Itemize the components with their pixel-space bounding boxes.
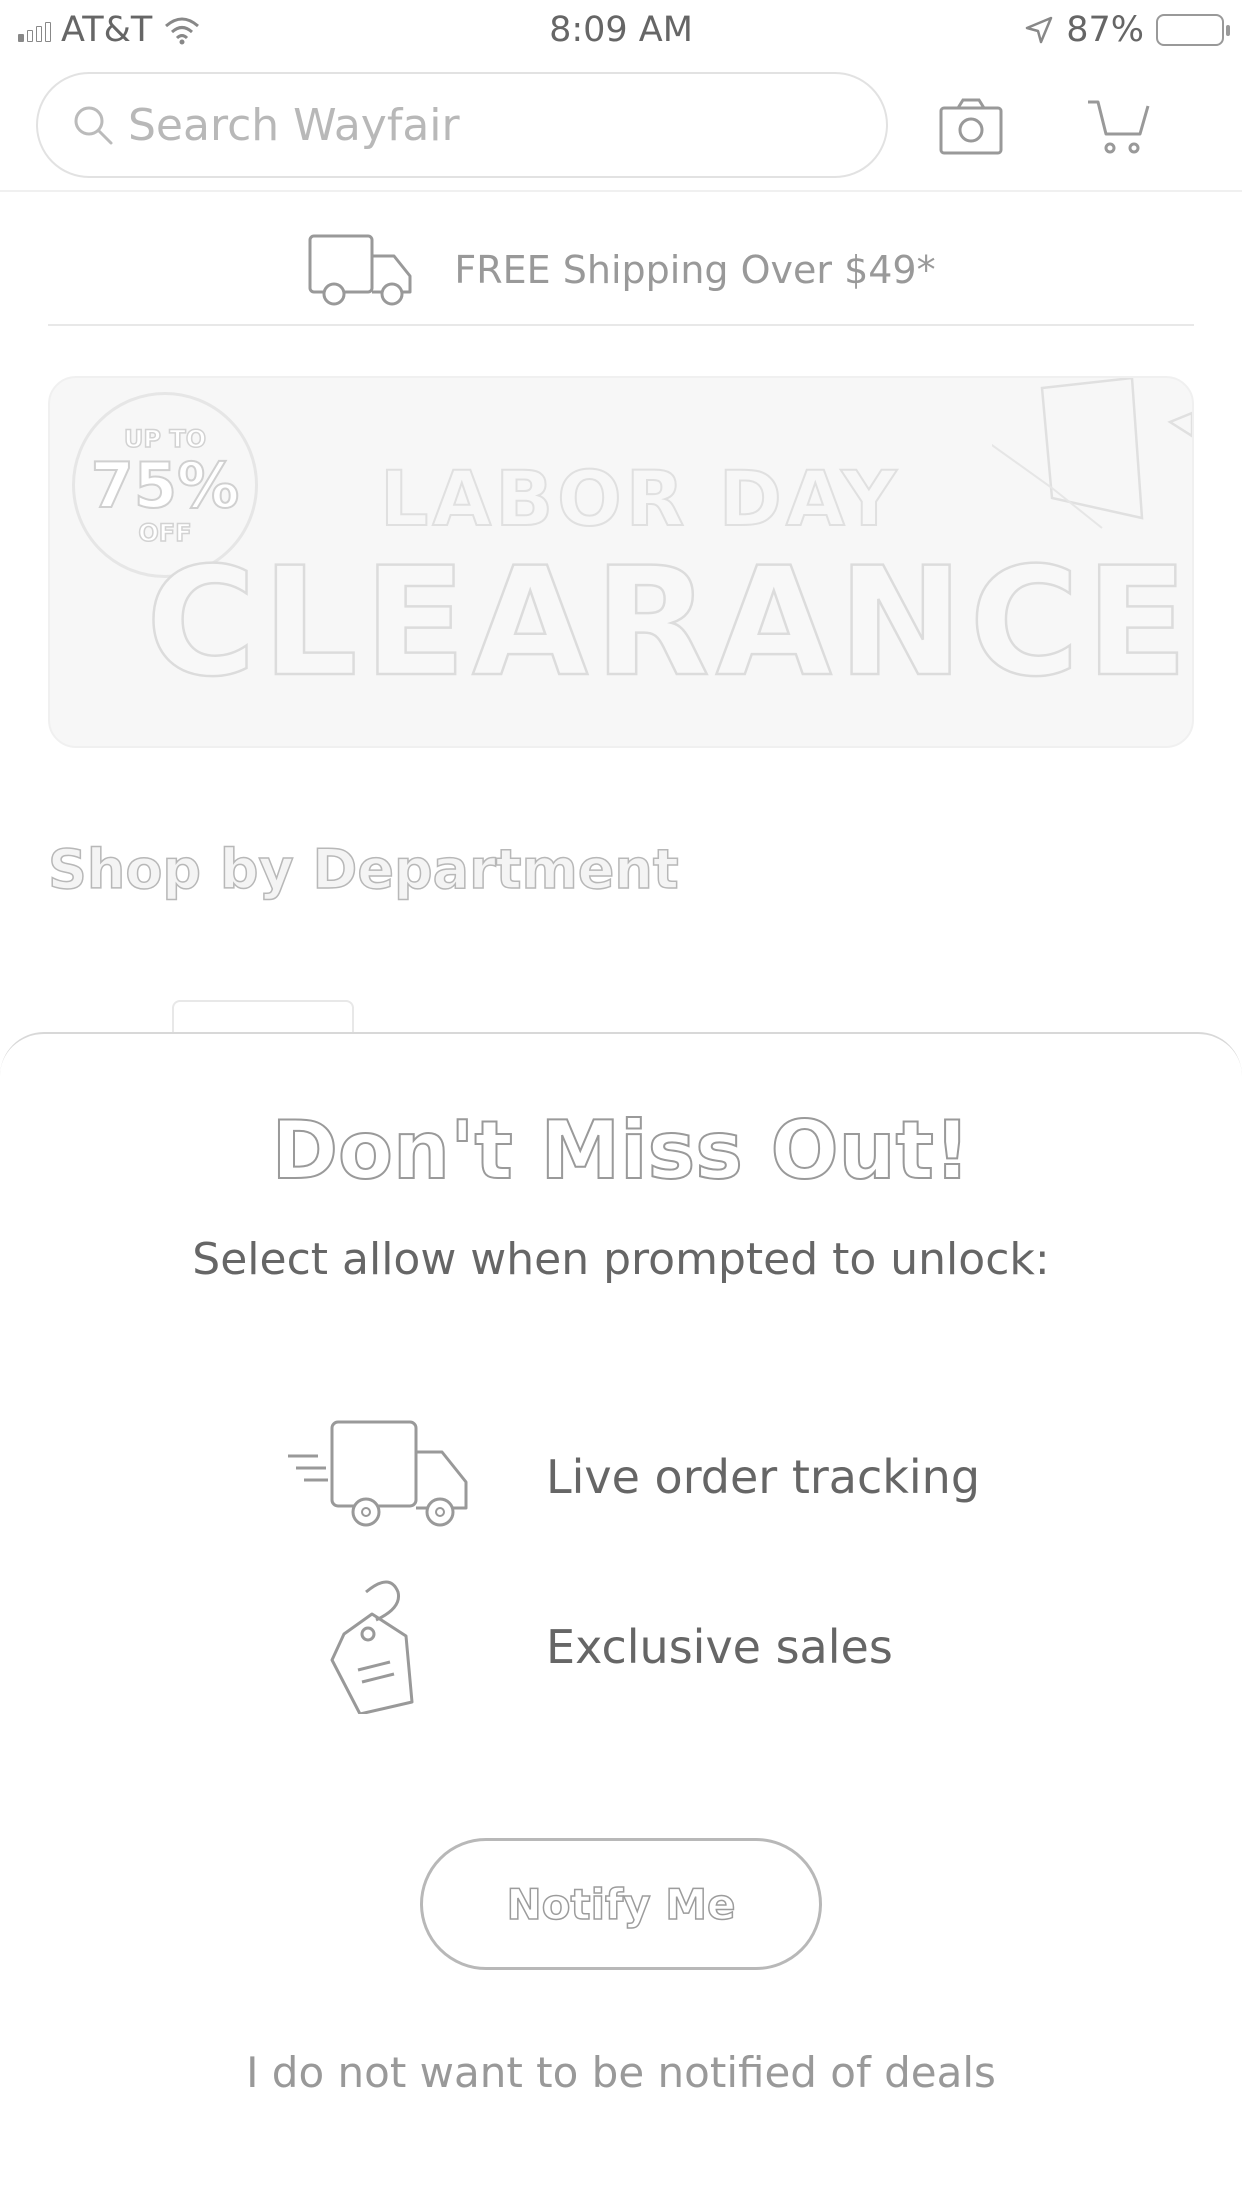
- header-divider: [0, 190, 1242, 192]
- battery-percent: 87%: [1066, 10, 1144, 50]
- benefit-item: Live order tracking: [280, 1404, 1080, 1544]
- benefit-label: Exclusive sales: [546, 1620, 893, 1674]
- search-placeholder: Search Wayfair: [128, 99, 460, 151]
- benefit-item: Exclusive sales: [280, 1574, 1080, 1714]
- promo-title: CLEARANCE: [145, 536, 1194, 710]
- camera-icon[interactable]: [938, 96, 1004, 156]
- status-right: 87%: [1024, 10, 1230, 50]
- shipping-text: FREE Shipping Over $49*: [454, 248, 936, 292]
- decline-notifications-link[interactable]: I do not want to be notified of deals: [0, 2048, 1242, 2097]
- delivery-truck-icon: [288, 1420, 468, 1527]
- promo-banner[interactable]: UP TO 75% OFF LABOR DAY CLEARANCE: [48, 376, 1194, 748]
- notification-modal: Don't Miss Out! Select allow when prompt…: [0, 1032, 1242, 2208]
- notify-me-label: Notify Me: [506, 1879, 737, 1930]
- department-heading: Shop by Department: [47, 837, 679, 902]
- cart-icon[interactable]: [1086, 96, 1152, 156]
- battery-icon: [1156, 14, 1230, 46]
- price-tag-icon: [330, 1580, 414, 1714]
- shipping-divider: [48, 324, 1194, 326]
- badge-percent: 75%: [90, 449, 240, 522]
- notify-me-button[interactable]: Notify Me: [420, 1838, 822, 1970]
- shipping-banner[interactable]: FREE Shipping Over $49*: [0, 222, 1242, 318]
- search-input[interactable]: Search Wayfair: [36, 72, 888, 178]
- location-arrow-icon: [1025, 16, 1053, 44]
- modal-title: Don't Miss Out!: [271, 1103, 972, 1198]
- modal-subtitle: Select allow when prompted to unlock:: [192, 1234, 1050, 1285]
- search-icon: [74, 106, 113, 145]
- delivery-truck-icon: [308, 234, 412, 306]
- app-screen: AT&T 8:09 AM 87% Search Wayfair FREE Shi…: [0, 0, 1242, 2208]
- status-bar: AT&T 8:09 AM 87%: [0, 0, 1242, 62]
- beach-flag-decoration: [992, 378, 1192, 529]
- promo-subtitle: LABOR DAY: [379, 453, 901, 544]
- benefit-label: Live order tracking: [546, 1450, 981, 1504]
